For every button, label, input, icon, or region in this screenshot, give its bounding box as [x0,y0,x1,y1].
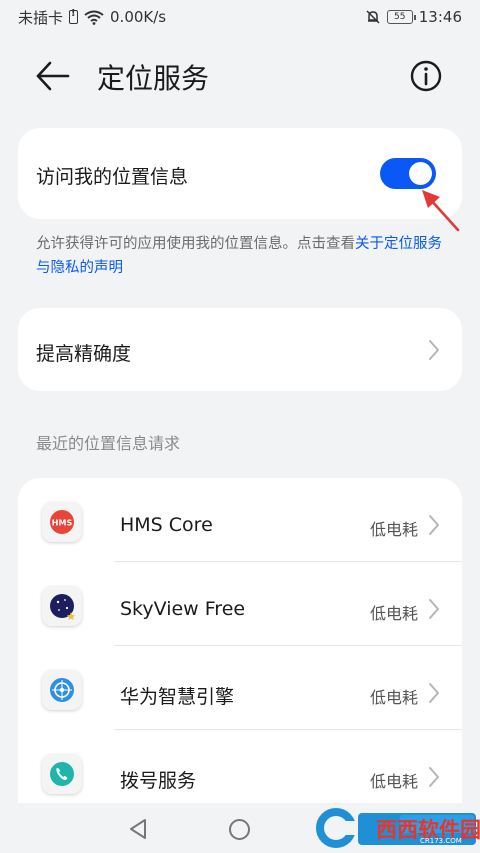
chevron-right-icon [429,340,439,360]
status-left: 未插卡 0.00K/s [18,7,166,28]
app-name: 拨号服务 [120,770,197,792]
app-power-status: 低电耗 [370,604,419,623]
app-name: SkyView Free [120,598,246,620]
sim-alert-icon [69,8,79,24]
network-speed: 0.00K/s [110,8,167,26]
info-icon [410,60,442,92]
accuracy-card[interactable]: 提高精确度 [18,308,462,391]
recent-requests-title: 最近的位置信息请求 [36,434,181,453]
battery-level: 55 [394,12,406,22]
app-power-status: 低电耗 [370,772,419,791]
chevron-right-icon [429,767,439,787]
app-name: 华为智慧引擎 [120,686,235,708]
list-item-skyview-free[interactable]: SkyView Free 低电耗 [18,562,462,646]
arrow-left-icon [36,61,70,91]
chevron-right-icon [429,599,439,619]
nav-back-button[interactable] [128,818,148,840]
carrier-text: 未插卡 [18,8,64,27]
dialer-service-icon [42,754,82,794]
battery-icon: 55 [386,10,416,24]
status-bar: 未插卡 0.00K/s 55 13:46 [0,0,480,34]
description-text: 允许获得许可的应用使用我的位置信息。点击查看 [36,236,355,252]
watermark-site: CR173.COM [420,837,462,845]
list-item-huawei-smart-engine[interactable]: 华为智慧引擎 低电耗 [18,646,462,730]
list-item-dialer-service[interactable]: 拨号服务 低电耗 [18,730,462,808]
page-title: 定位服务 [97,62,210,95]
chevron-right-icon [429,515,439,535]
recent-requests-list: HMS HMS Core 低电耗 SkyView Free 低电耗 华为智慧引擎… [18,478,462,808]
location-access-card: 访问我的位置信息 [18,128,462,219]
location-access-label: 访问我的位置信息 [36,166,189,188]
back-button[interactable] [32,58,72,94]
wifi-icon [84,10,104,25]
list-item-hms-core[interactable]: HMS HMS Core 低电耗 [18,478,462,562]
page-header: 定位服务 [0,44,480,108]
chevron-right-icon [429,683,439,703]
toggle-knob [409,162,432,185]
svg-text:HMS: HMS [52,519,73,528]
annotation-arrow-icon [422,190,460,232]
hms-core-icon: HMS [42,502,82,542]
info-button[interactable] [408,58,444,94]
status-right: 55 13:46 [365,8,462,26]
nav-home-button[interactable] [229,819,250,840]
accuracy-label: 提高精确度 [36,343,132,365]
location-description: 允许获得许可的应用使用我的位置信息。点击查看关于定位服务与隐私的声明 [36,232,446,280]
app-name: HMS Core [120,514,213,536]
app-power-status: 低电耗 [370,520,419,539]
location-access-toggle[interactable] [380,158,436,189]
watermark-logo: 西西软件园 CR173.COM [316,808,480,848]
huawei-smart-engine-icon [42,670,82,710]
mute-bell-icon [366,10,380,24]
app-power-status: 低电耗 [370,688,419,707]
skyview-icon [42,586,82,626]
clock: 13:46 [418,8,462,26]
